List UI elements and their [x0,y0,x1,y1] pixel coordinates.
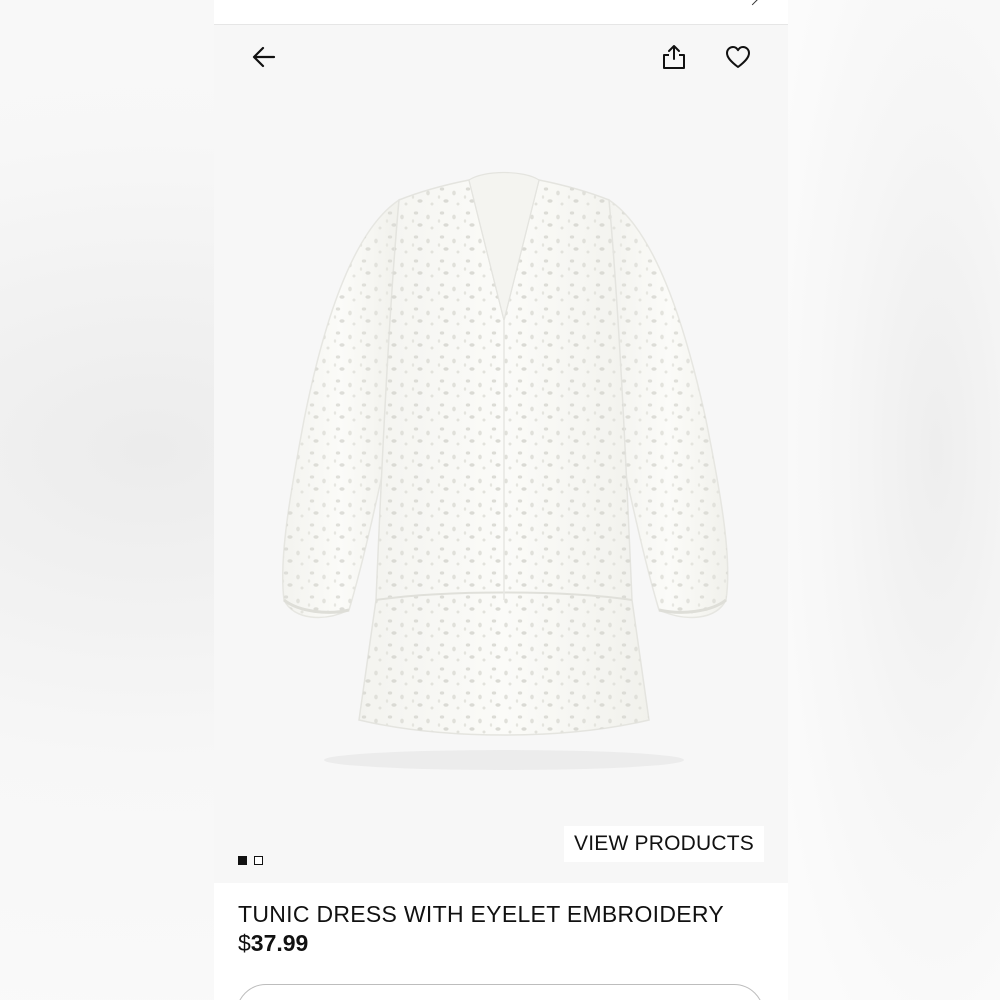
size-select-button[interactable] [236,984,764,1000]
gallery-pagination[interactable] [238,856,263,865]
chevron-down-icon[interactable] [744,0,761,6]
price-amount: 37.99 [250,930,309,956]
product-price: $37.99 [238,930,308,957]
pagination-dot-2[interactable] [254,856,263,865]
product-page: VIEW PRODUCTS TUNIC DRESS WITH EYELET EM… [214,0,788,1000]
back-button[interactable] [244,37,284,77]
heart-icon [726,46,750,68]
arrow-left-icon [252,46,276,68]
product-image [281,171,729,770]
favorite-button[interactable] [718,37,758,77]
pagination-dot-1[interactable] [238,856,247,865]
product-image-gallery[interactable]: VIEW PRODUCTS [214,25,788,883]
price-currency: $ [238,930,251,956]
share-icon [663,45,685,69]
product-title: TUNIC DRESS WITH EYELET EMBROIDERY [238,901,725,927]
view-products-button[interactable]: VIEW PRODUCTS [564,826,764,862]
top-bar [214,0,788,25]
share-button[interactable] [654,37,694,77]
